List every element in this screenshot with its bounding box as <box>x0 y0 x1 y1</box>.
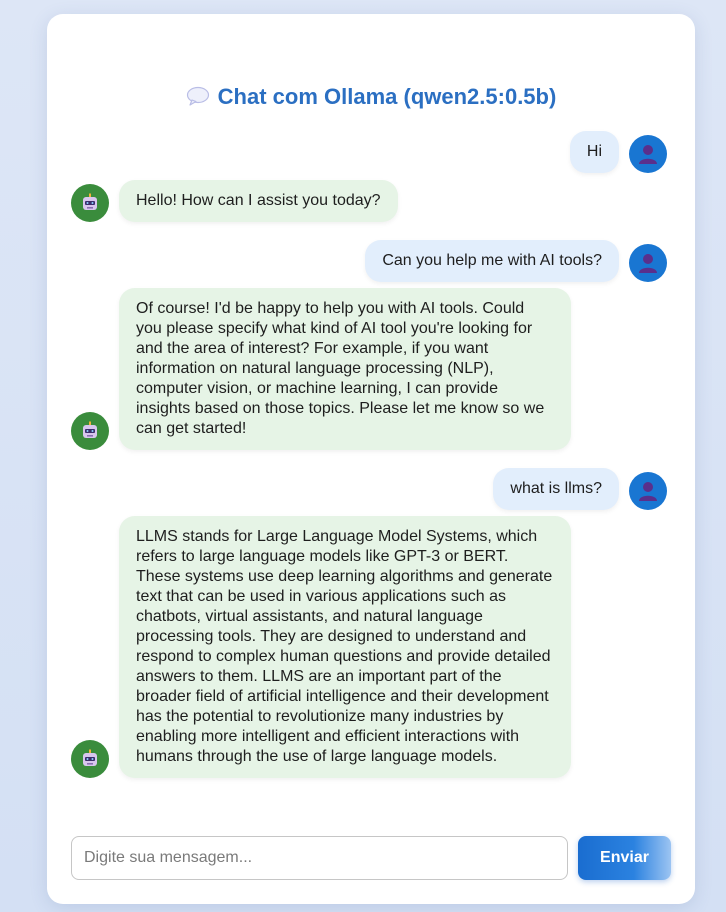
robot-icon <box>83 193 97 210</box>
bot-message: Of course! I'd be happy to help you with… <box>71 288 571 450</box>
user-avatar <box>629 135 667 173</box>
user-icon <box>639 254 657 273</box>
message-bubble: Of course! I'd be happy to help you with… <box>119 288 571 450</box>
robot-icon <box>83 749 97 766</box>
bot-message: Hello! How can I assist you today? <box>71 180 398 222</box>
message-bubble: what is llms? <box>493 468 619 510</box>
speech-balloon-icon <box>186 86 210 112</box>
message-bubble: Hi <box>569 131 619 173</box>
chat-card: Chat com Ollama (qwen2.5:0.5b) Hi Hello!… <box>47 14 695 904</box>
page-title: Chat com Ollama (qwen2.5:0.5b) <box>47 84 695 112</box>
title-text: Chat com Ollama (qwen2.5:0.5b) <box>217 84 557 109</box>
user-message: Can you help me with AI tools? <box>365 240 667 282</box>
user-message: Hi <box>569 131 667 173</box>
bot-avatar <box>71 412 109 450</box>
bot-message: LLMS stands for Large Language Model Sys… <box>71 516 571 778</box>
message-bubble: Can you help me with AI tools? <box>365 240 619 282</box>
user-avatar <box>629 472 667 510</box>
user-message: what is llms? <box>493 468 667 510</box>
user-avatar <box>629 244 667 282</box>
message-input[interactable] <box>71 836 568 880</box>
send-button[interactable]: Enviar <box>578 836 671 880</box>
bot-avatar <box>71 184 109 222</box>
user-icon <box>639 145 657 164</box>
composer: Enviar <box>71 836 671 880</box>
message-bubble: LLMS stands for Large Language Model Sys… <box>119 516 571 778</box>
message-bubble: Hello! How can I assist you today? <box>119 180 398 222</box>
user-icon <box>639 482 657 501</box>
bot-avatar <box>71 740 109 778</box>
robot-icon <box>83 421 97 438</box>
